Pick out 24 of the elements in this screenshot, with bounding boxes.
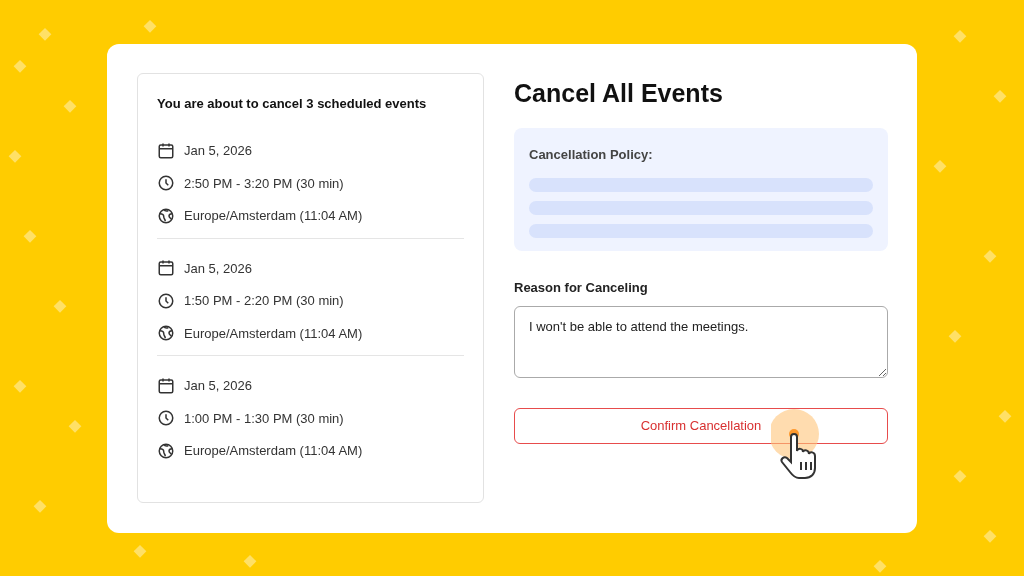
event-date: Jan 5, 2026 bbox=[184, 142, 252, 160]
clock-icon bbox=[157, 174, 175, 193]
event-timezone: Europe/Amsterdam (11:04 AM) bbox=[184, 442, 363, 460]
dialog-title: Cancel All Events bbox=[514, 77, 724, 109]
event-timezone: Europe/Amsterdam (11:04 AM) bbox=[184, 207, 363, 225]
event-time: 1:50 PM - 2:20 PM (30 min) bbox=[184, 292, 344, 310]
globe-icon bbox=[157, 206, 175, 225]
confirm-button[interactable]: Confirm Cancellation bbox=[514, 408, 888, 444]
event-date: Jan 5, 2026 bbox=[184, 377, 252, 395]
event-time: 2:50 PM - 3:20 PM (30 min) bbox=[184, 174, 344, 193]
calendar-icon bbox=[157, 376, 175, 395]
globe-icon bbox=[157, 441, 175, 460]
reason-label: Reason for Canceling bbox=[514, 278, 649, 297]
calendar-icon bbox=[157, 141, 175, 160]
event-date: Jan 5, 2026 bbox=[184, 259, 252, 278]
event-timezone: Europe/Amsterdam (11:04 AM) bbox=[184, 324, 363, 343]
clock-icon bbox=[157, 291, 175, 310]
policy-label: Cancellation Policy: bbox=[529, 146, 654, 164]
globe-icon bbox=[157, 324, 175, 343]
calendar-icon bbox=[157, 259, 175, 278]
summary-heading: You are about to cancel 3 scheduled events bbox=[157, 94, 428, 113]
event-time: 1:00 PM - 1:30 PM (30 min) bbox=[184, 409, 344, 428]
reason-field[interactable]: I won't be able to attend the meetings. bbox=[514, 306, 888, 378]
clock-icon bbox=[157, 409, 175, 428]
